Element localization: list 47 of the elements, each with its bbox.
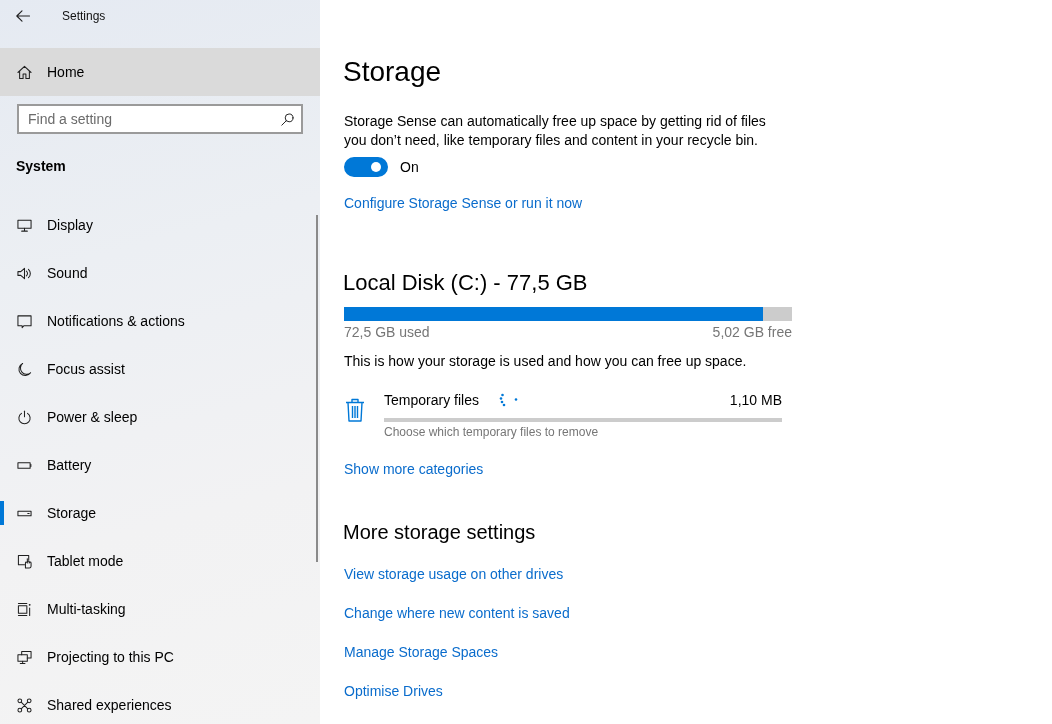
home-nav-item[interactable]: Home bbox=[0, 48, 320, 96]
nav-item[interactable]: Projecting to this PC bbox=[0, 638, 320, 676]
nav-item[interactable]: Display bbox=[0, 206, 320, 244]
speaker-icon bbox=[17, 265, 32, 281]
category-hint: Choose which temporary files to remove bbox=[384, 424, 600, 440]
nav-item[interactable]: Sound bbox=[0, 254, 320, 292]
nav-item[interactable]: Power & sleep bbox=[0, 398, 320, 436]
nav-item[interactable]: Tablet mode bbox=[0, 542, 320, 580]
speech-bubble-icon bbox=[17, 313, 32, 329]
free-space-text: 5,02 GB free bbox=[712, 323, 792, 341]
search-icon bbox=[281, 113, 294, 126]
storage-usage-description: This is how your storage is used and how you can free up space. bbox=[344, 352, 748, 371]
used-space-text: 72,5 GB used bbox=[344, 323, 430, 341]
trash-icon bbox=[345, 398, 365, 422]
storage-sense-description: Storage Sense can automatically free up space by getting rid of files you don’t need, like temporary files and content in your recycle bin. bbox=[344, 112, 767, 150]
show-more-link[interactable]: Show more categories bbox=[344, 459, 484, 479]
back-arrow-icon bbox=[16, 10, 30, 22]
nav-item[interactable]: Shared experiences bbox=[0, 686, 320, 724]
nav-item[interactable]: Battery bbox=[0, 446, 320, 484]
share-nodes-icon bbox=[17, 697, 32, 713]
settings-link[interactable]: Change where new content is saved bbox=[344, 603, 570, 623]
windows-stack-icon bbox=[17, 601, 32, 617]
storage-sense-toggle[interactable] bbox=[344, 157, 388, 177]
settings-link[interactable]: View storage usage on other drives bbox=[344, 564, 564, 584]
screens-icon bbox=[17, 649, 32, 665]
section-heading: System bbox=[16, 157, 67, 176]
search-field[interactable]: Find a setting bbox=[17, 104, 303, 134]
tablet-hand-icon bbox=[17, 553, 32, 569]
disk-title: Local Disk (C:) - 77,5 GB bbox=[343, 269, 588, 297]
window-title: Settings bbox=[62, 9, 106, 23]
nav-item[interactable]: Storage bbox=[0, 494, 320, 532]
monitor-icon bbox=[17, 217, 32, 233]
power-icon bbox=[17, 409, 32, 425]
nav-item[interactable]: Focus assist bbox=[0, 350, 320, 388]
category-size: 1,10 MB bbox=[729, 392, 782, 408]
nav-item[interactable]: Multi-tasking bbox=[0, 590, 320, 628]
settings-link[interactable]: Manage Storage Spaces bbox=[344, 642, 499, 662]
moon-icon bbox=[17, 361, 32, 377]
nav-item[interactable]: Notifications & actions bbox=[0, 302, 320, 340]
scrollbar[interactable] bbox=[316, 215, 318, 562]
toggle-label: On bbox=[400, 159, 419, 175]
section-heading: More storage settings bbox=[343, 520, 536, 545]
category-name[interactable]: Temporary files bbox=[384, 392, 479, 408]
settings-link[interactable]: Optimise Drives bbox=[344, 681, 443, 701]
page-title: Storage bbox=[343, 55, 442, 89]
home-icon bbox=[17, 64, 32, 80]
configure-link[interactable]: Configure Storage Sense or run it now bbox=[344, 193, 583, 213]
